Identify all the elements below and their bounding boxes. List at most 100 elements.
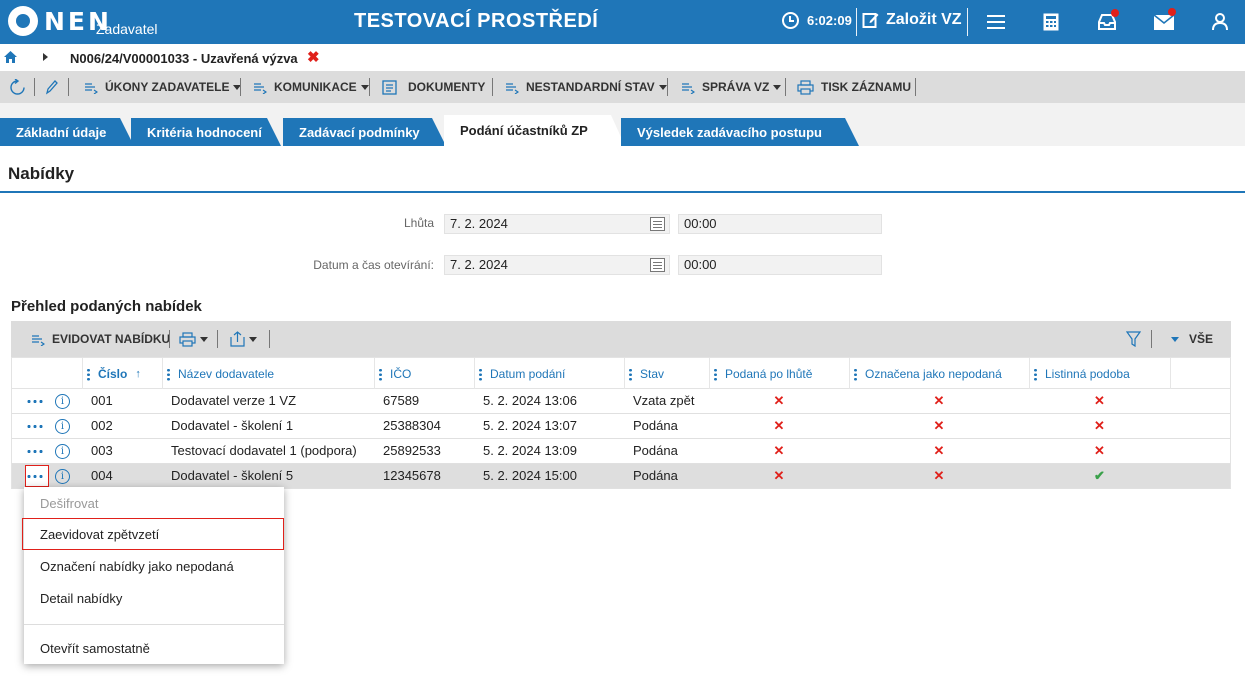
ukony-zadavatele-menu[interactable]: ÚKONY ZADAVATELE	[84, 71, 242, 103]
tab-label: Kritéria hodnocení	[147, 124, 262, 140]
cell-datum: 5. 2. 2024 13:07	[483, 418, 577, 433]
menu-icon[interactable]	[986, 12, 1006, 32]
tab-podani-ucastniku[interactable]: Podání účastníků ZP	[444, 115, 625, 146]
cell-po-lhute: ✕	[773, 418, 785, 433]
notification-dot	[1168, 8, 1176, 16]
tab-label: Výsledek zadávacího postupu	[637, 124, 822, 140]
export-menu-button[interactable]	[230, 321, 257, 357]
info-icon[interactable]: i	[55, 394, 70, 409]
caret-down-icon	[360, 84, 369, 90]
column-menu-icon[interactable]	[714, 367, 717, 381]
tisk-zaznamu-button[interactable]: TISK ZÁZNAMU	[797, 71, 911, 103]
column-menu-icon[interactable]	[854, 367, 857, 381]
tab-zadavaci-podminky[interactable]: Zadávací podmínky	[283, 118, 446, 146]
column-header-stav[interactable]: Stav	[624, 358, 709, 390]
cell-listinna: ✕	[1094, 393, 1105, 408]
table-row-selected[interactable]: i 004 Dodavatel - školení 5 12345678 5. …	[11, 464, 1231, 489]
table-header: Číslo ↑ Název dodavatele IČO Datum podání…	[11, 357, 1231, 390]
komunikace-menu[interactable]: KOMUNIKACE	[253, 71, 369, 103]
otevirani-date-field[interactable]: 7. 2. 2024	[444, 255, 670, 275]
tab-zakladni-udaje[interactable]: Základní údaje	[0, 118, 134, 146]
caret-down-icon	[1171, 336, 1179, 342]
column-header-nazev[interactable]: Název dodavatele	[162, 358, 374, 390]
info-icon[interactable]: i	[55, 419, 70, 434]
mail-icon[interactable]	[1154, 8, 1176, 32]
lhuta-date-value: 7. 2. 2024	[450, 216, 508, 231]
column-header-ico[interactable]: IČO	[374, 358, 474, 390]
home-icon[interactable]	[4, 51, 17, 63]
column-menu-icon[interactable]	[629, 367, 632, 381]
filter-all-dropdown[interactable]: VŠE	[1167, 321, 1213, 357]
row-actions-icon[interactable]	[26, 450, 44, 453]
calendar-icon[interactable]	[650, 258, 665, 272]
column-menu-icon[interactable]	[379, 367, 382, 381]
close-contract-icon[interactable]: ✖	[307, 48, 320, 66]
otevirani-time-field[interactable]: 00:00	[678, 255, 882, 275]
toolbar-divider	[785, 78, 786, 96]
column-label: Podaná po lhůtě	[725, 367, 813, 381]
komunikace-label: KOMUNIKACE	[274, 80, 357, 94]
logo-subtitle: Zadavatel	[96, 21, 158, 37]
column-header-datum[interactable]: Datum podání	[474, 358, 624, 390]
toolbar-divider	[240, 78, 241, 96]
menu-item-otevrit-samostatne[interactable]: Otevřít samostatně	[24, 633, 284, 665]
breadcrumb-contract[interactable]: N006/24/V00001033 - Uzavřená výzva	[70, 51, 298, 66]
nestandardni-stav-menu[interactable]: NESTANDARDNÍ STAV	[505, 71, 667, 103]
cell-datum: 5. 2. 2024 15:00	[483, 468, 577, 483]
column-header-nepodana[interactable]: Označena jako nepodaná	[849, 358, 1029, 390]
menu-item-desifrovat: Dešifrovat	[40, 496, 99, 511]
user-icon[interactable]	[1210, 12, 1230, 32]
column-menu-icon[interactable]	[167, 367, 170, 381]
cell-cislo: 003	[91, 443, 113, 458]
dokumenty-button[interactable]: DOKUMENTY	[382, 71, 485, 103]
info-icon[interactable]: i	[55, 469, 70, 484]
row-actions-icon[interactable]	[26, 400, 44, 403]
cell-stav: Podána	[633, 418, 678, 433]
column-header-po-lhute[interactable]: Podaná po lhůtě	[709, 358, 849, 390]
menu-item-zaevidovat-zpetvzeti[interactable]: Zaevidovat zpětvzetí	[22, 518, 284, 550]
sprava-vz-menu[interactable]: SPRÁVA VZ	[681, 71, 782, 103]
tab-vysledek-zadavaciho-postupu[interactable]: Výsledek zadávacího postupu	[621, 118, 859, 146]
refresh-button[interactable]	[9, 71, 26, 103]
evidovat-nabidku-button[interactable]: EVIDOVAT NABÍDKU	[31, 321, 170, 357]
row-actions-icon[interactable]	[26, 475, 44, 478]
cell-cislo: 002	[91, 418, 113, 433]
column-header-cislo[interactable]: Číslo ↑	[82, 358, 159, 390]
cell-ico: 12345678	[383, 468, 441, 483]
printer-icon	[797, 79, 814, 95]
lhuta-date-field[interactable]: 7. 2. 2024	[444, 214, 670, 234]
edit-button[interactable]	[45, 71, 59, 103]
environment-title: TESTOVACÍ PROSTŘEDÍ	[354, 10, 599, 32]
filter-button[interactable]	[1126, 321, 1141, 357]
column-menu-icon[interactable]	[1034, 367, 1037, 381]
table-row[interactable]: i 003 Testovací dodavatel 1 (podpora) 25…	[11, 439, 1231, 464]
create-contract-button[interactable]: Založit VZ	[862, 11, 962, 29]
breadcrumb: N006/24/V00001033 - Uzavřená výzva ✖	[0, 44, 1245, 71]
filter-icon	[1126, 331, 1141, 347]
cell-nepodana: ✕	[933, 443, 945, 458]
tab-kriteria-hodnoceni[interactable]: Kritéria hodnocení	[131, 118, 281, 146]
table-row[interactable]: i 001 Dodavatel verze 1 VZ 67589 5. 2. 2…	[11, 389, 1231, 414]
cell-nazev: Dodavatel - školení 5	[171, 468, 294, 483]
calendar-icon[interactable]	[650, 217, 665, 231]
export-icon	[230, 331, 245, 347]
cell-listinna: ✕	[1094, 418, 1105, 433]
inbox-icon[interactable]	[1097, 9, 1119, 32]
column-menu-icon[interactable]	[87, 367, 90, 381]
info-icon[interactable]: i	[55, 444, 70, 459]
menu-item-oznaceni-nepodana[interactable]: Označení nabídky jako nepodaná	[24, 551, 284, 583]
cell-nepodana: ✕	[933, 393, 945, 408]
filter-all-label: VŠE	[1189, 332, 1214, 346]
calculator-icon[interactable]	[1041, 12, 1061, 32]
lhuta-time-field[interactable]: 00:00	[678, 214, 882, 234]
cell-datum: 5. 2. 2024 13:09	[483, 443, 577, 458]
table-row[interactable]: i 002 Dodavatel - školení 1 25388304 5. …	[11, 414, 1231, 439]
print-menu-button[interactable]	[179, 321, 208, 357]
column-menu-icon[interactable]	[479, 367, 482, 381]
menu-item-detail-nabidky[interactable]: Detail nabídky	[24, 583, 284, 615]
tab-label: Zadávací podmínky	[299, 124, 420, 140]
sort-asc-icon: ↑	[135, 368, 141, 380]
row-actions-icon[interactable]	[26, 425, 44, 428]
column-header-listinna[interactable]: Listinná podoba	[1029, 358, 1170, 390]
column-label: Datum podání	[490, 367, 566, 381]
